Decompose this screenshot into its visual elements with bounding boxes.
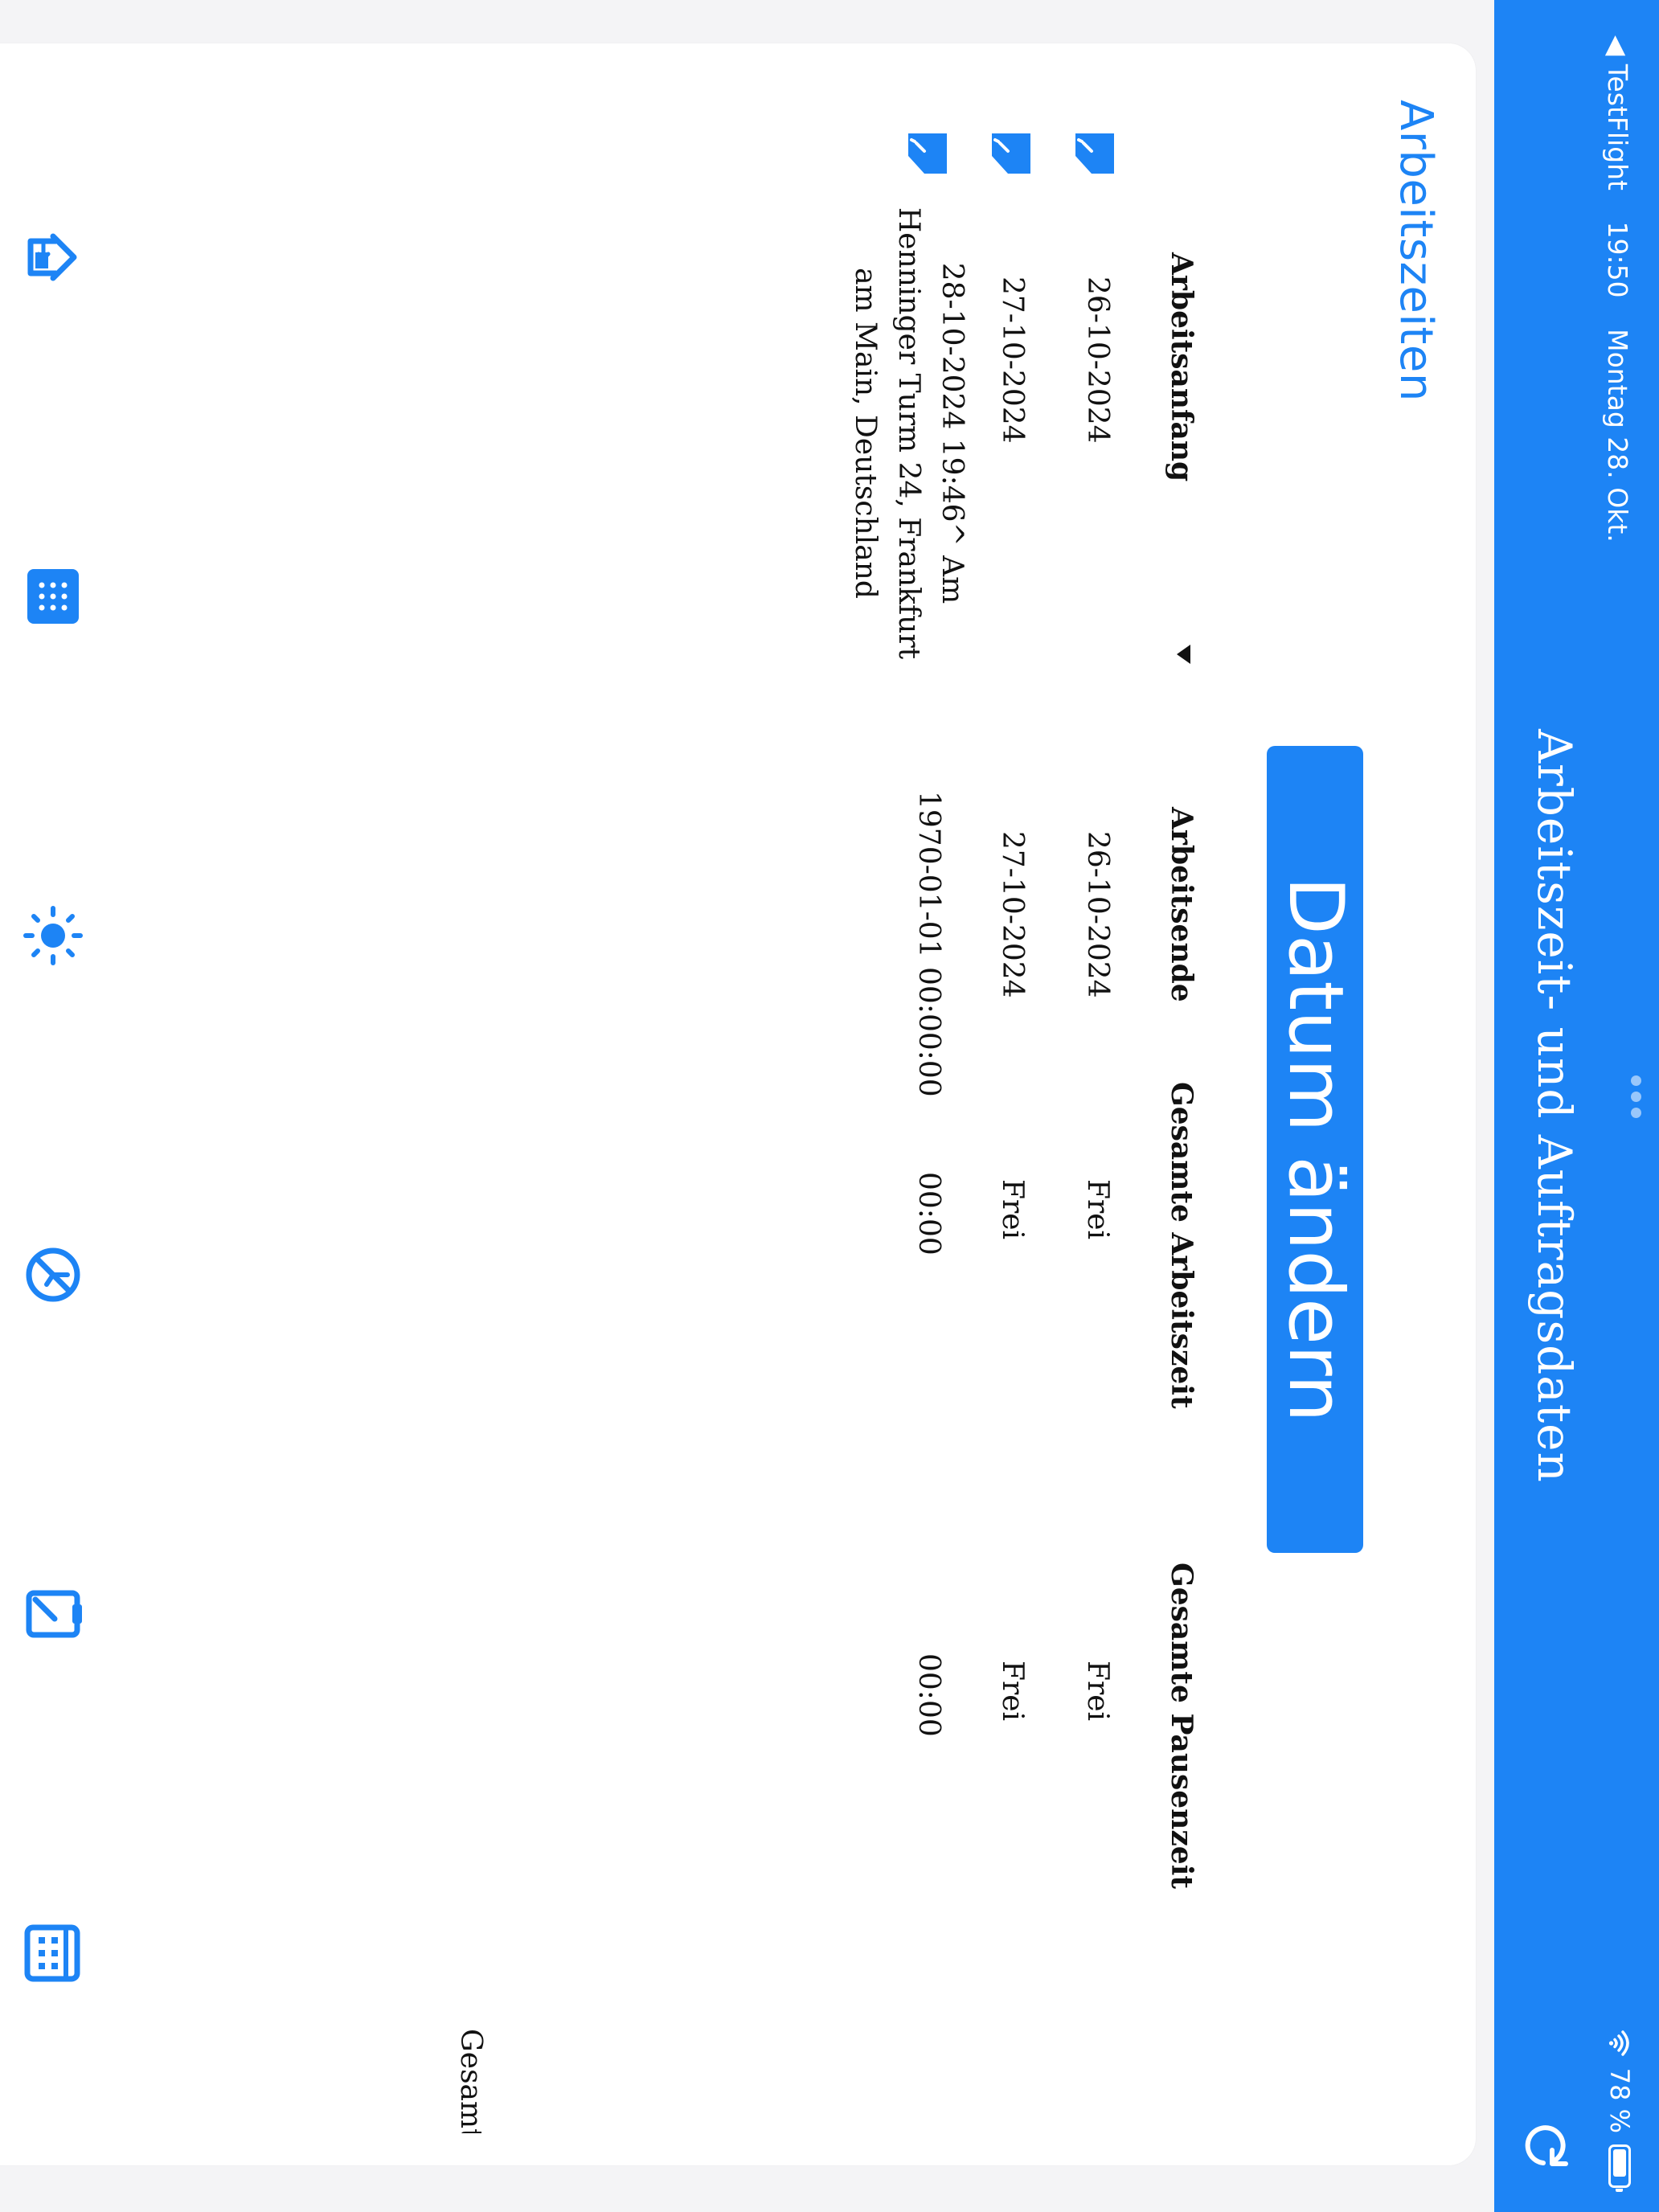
edit-icon[interactable] <box>1074 132 1116 175</box>
column-header-pause-time[interactable]: Gesamte Pausenzeit <box>1165 1563 1198 1889</box>
testflight-back-link[interactable]: ◀ TestFlight <box>1602 35 1633 190</box>
row-3-work-time: 00:00 <box>912 1172 945 1256</box>
column-header-end[interactable]: Arbeitsende <box>1165 807 1198 1002</box>
row-3-end: 1970-01-01 00:00:00 <box>912 791 945 1097</box>
status-bar-right: 78 % <box>1604 2030 1635 2188</box>
clipboard-edit-icon[interactable] <box>21 1582 85 1646</box>
row-1-start: 26-10-2024 <box>1081 276 1114 444</box>
calculator-icon[interactable] <box>21 564 85 629</box>
multitasking-dots-icon[interactable] <box>1631 1075 1641 1118</box>
sort-descending-icon[interactable] <box>1177 645 1190 664</box>
sun-icon[interactable] <box>21 903 85 968</box>
home-login-icon[interactable] <box>21 225 85 289</box>
row-2-work-time: Frei <box>996 1179 1029 1240</box>
row-2-start: 27-10-2024 <box>996 276 1029 444</box>
total-summary-label: Gesamt <box>454 2029 487 2133</box>
app-canvas: ◀ TestFlight 19:50 Montag 28. Okt. 78 % … <box>0 0 1659 2212</box>
work-times-card: Arbeitszeiten Datum ändern Arbeitsanfang… <box>0 43 1476 2165</box>
no-time-icon[interactable] <box>21 1243 85 1307</box>
row-2-pause-time: Frei <box>996 1661 1029 1722</box>
screen: ◀ TestFlight 19:50 Montag 28. Okt. 78 % … <box>0 0 1659 2212</box>
status-date: Montag 28. Okt. <box>1602 329 1633 543</box>
refresh-icon[interactable] <box>1519 2119 1572 2172</box>
column-header-start[interactable]: Arbeitsanfang <box>1165 252 1198 481</box>
calendar-grid-icon[interactable] <box>21 1921 85 1985</box>
app-title: Arbeitszeit- und Auftragsdaten <box>1527 729 1582 1483</box>
column-header-work-time[interactable]: Gesamte Arbeitszeit <box>1165 1082 1198 1409</box>
row-3-pause-time: 00:00 <box>912 1653 945 1737</box>
status-time: 19:50 <box>1602 221 1633 298</box>
change-date-button[interactable]: Datum ändern <box>1267 746 1363 1553</box>
row-2-end: 27-10-2024 <box>996 831 1029 998</box>
status-bar-left: ◀ TestFlight 19:50 Montag 28. Okt. <box>1602 35 1633 565</box>
row-1-work-time: Frei <box>1081 1179 1114 1240</box>
wifi-icon <box>1608 2030 1629 2056</box>
row-1-pause-time: Frei <box>1081 1661 1114 1722</box>
top-app-bar: ◀ TestFlight 19:50 Montag 28. Okt. 78 % … <box>1494 0 1659 2212</box>
row-1-end: 26-10-2024 <box>1081 831 1114 998</box>
edit-icon[interactable] <box>990 132 1032 175</box>
row-3-start: 28-10-2024 19:46^ Am Henninger Turm 24, … <box>849 207 969 660</box>
section-title: Arbeitszeiten <box>1390 100 1442 402</box>
battery-percent: 78 % <box>1604 2067 1635 2133</box>
battery-icon <box>1608 2144 1631 2188</box>
edit-icon[interactable] <box>907 132 948 175</box>
